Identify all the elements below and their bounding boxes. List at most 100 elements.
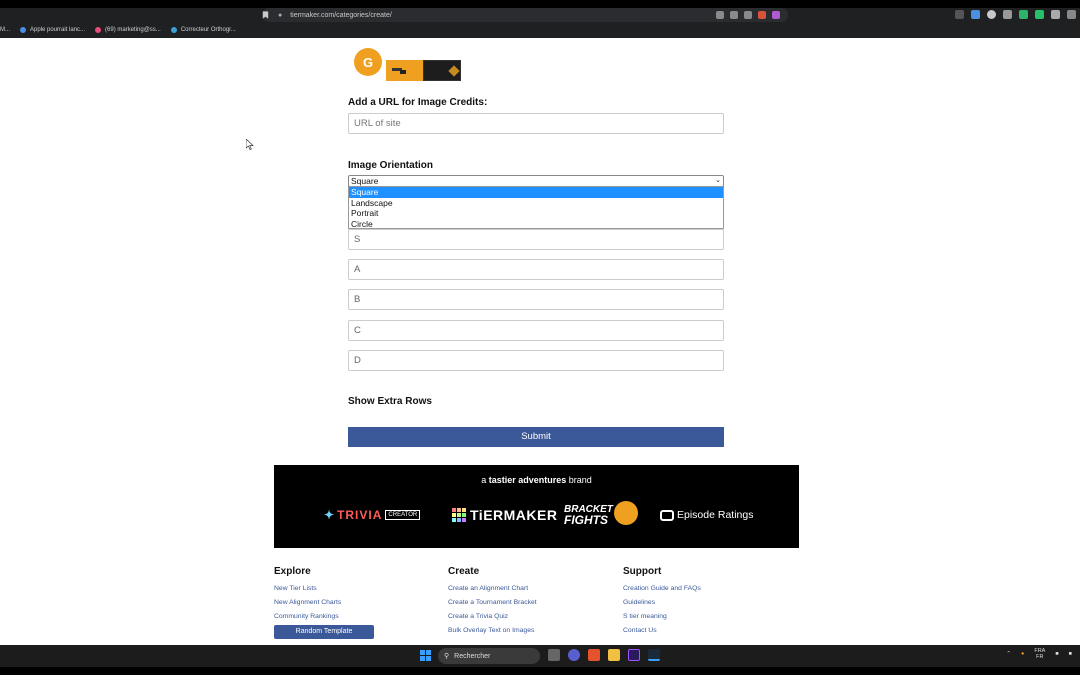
image-credits-label: Add a URL for Image Credits: [348,97,488,108]
trivia-logo-text: TRIVIA [337,508,383,522]
bookmark-item[interactable]: (69) marketing@ss... [95,27,161,33]
footer-heading: Create [448,566,480,577]
share-icon[interactable] [730,11,738,19]
uploaded-image-thumbnail[interactable] [423,60,461,81]
rewards-icon[interactable] [772,11,780,19]
url-text[interactable]: tiermaker.com/categories/create/ [290,12,392,19]
tiermaker-logo[interactable]: TiERMAKER [452,505,557,525]
orientation-dropdown-list: Square Landscape Portrait Circle [348,186,724,229]
orientation-option[interactable]: Portrait [349,208,723,219]
tier-row-input[interactable]: D [348,350,724,371]
web-page: G Add a URL for Image Credits: Image Ori… [0,38,1080,645]
footer-link[interactable]: Create a Trivia Quiz [448,613,537,620]
lock-icon: ● [278,11,283,19]
taskbar-search-text: Rechercher [454,652,491,660]
extension-icon[interactable] [1019,10,1028,19]
extension-icon[interactable] [1035,10,1044,19]
footer-link[interactable]: New Tier Lists [274,585,374,592]
random-template-button[interactable]: Random Template [274,625,374,639]
chevron-down-icon: ⌄ [715,177,721,184]
tagline-text: brand [566,475,592,485]
extension-icon[interactable] [1003,10,1012,19]
chat-icon[interactable] [568,649,580,661]
trivia-logo-sub: CREATOR [385,510,421,520]
puzzle-icon[interactable] [1051,10,1060,19]
bookmark-item[interactable]: M... [0,27,10,33]
tv-icon [660,509,674,521]
bookmarks-bar: M... Apple pourrait lanc... (69) marketi… [0,24,236,36]
premiere-icon[interactable] [628,649,640,661]
bookmark-label: Correcteur Orthogr... [180,27,236,33]
footer-link[interactable]: Bulk Overlay Text on Images [448,627,537,634]
lang-layout: FR [1036,654,1044,660]
url-actions [716,11,780,19]
footer-link[interactable]: New Alignment Charts [274,599,374,606]
bookmark-icon[interactable] [261,10,270,20]
image-orientation-label: Image Orientation [348,160,434,171]
task-view-icon[interactable] [548,649,560,661]
system-tray: ⌃ ● FRA FR ■ ■ [1006,648,1072,660]
tier-row-input[interactable]: S [348,229,724,250]
show-extra-rows-toggle[interactable]: Show Extra Rows [348,396,432,407]
footer-link[interactable]: Contact Us [623,627,701,634]
orientation-option[interactable]: Circle [349,219,723,230]
extension-icon[interactable] [971,10,980,19]
trivia-creator-logo[interactable]: ✦ TRIVIA CREATOR [324,505,421,525]
language-indicator[interactable]: FRA FR [1034,648,1045,660]
episode-logo-text: Episode Ratings [677,509,754,521]
network-icon[interactable]: ■ [1055,651,1058,657]
star-icon[interactable] [744,11,752,19]
footer-explore: Explore New Tier Lists New Alignment Cha… [274,566,374,639]
chevron-up-icon[interactable]: ⌃ [1006,651,1011,657]
selected-value: Square [351,176,379,186]
tier-row-input[interactable]: B [348,289,724,310]
volume-icon[interactable]: ■ [1069,651,1072,657]
uploaded-image-thumbnail[interactable] [386,60,424,81]
footer-link[interactable]: S tier meaning [623,613,701,620]
sparkle-icon: ✦ [324,508,336,522]
bracket-fights-logo[interactable]: BRACKET FIGHTS [564,501,638,527]
windows-start-icon[interactable] [420,650,431,661]
tier-row-input[interactable]: C [348,320,724,341]
fist-icon [614,501,638,525]
footer-link[interactable]: Create a Tournament Bracket [448,599,537,606]
brave-browser-icon[interactable] [588,649,600,661]
fights-logo-text: FIGHTS [564,513,608,527]
extension-icon[interactable] [987,10,996,19]
footer-link[interactable]: Create an Alignment Chart [448,585,537,592]
tagline-text: a [481,475,489,485]
footer-heading: Explore [274,566,311,577]
tier-row-input[interactable]: A [348,259,724,280]
tagline-brand: tastier adventures [488,475,567,485]
bookmark-item[interactable]: Correcteur Orthogr... [170,27,236,33]
bookmark-label: Apple pourrait lanc... [30,27,86,33]
file-explorer-icon[interactable] [608,649,620,661]
windows-taskbar: ⚲ Rechercher ⌃ ● FRA FR ■ ■ [0,645,1080,667]
mouse-cursor-icon [246,139,254,150]
footer-support: Support Creation Guide and FAQs Guidelin… [623,566,701,641]
tiermaker-logo-text: TiERMAKER [470,507,558,523]
address-bar[interactable]: ● tiermaker.com/categories/create/ [262,8,788,22]
brand-tagline: a tastier adventures brand [274,475,799,485]
brave-shield-icon[interactable] [758,11,766,19]
microphone-icon[interactable]: ● [1021,651,1024,657]
footer-create: Create Create an Alignment Chart Create … [448,566,537,641]
terminal-icon[interactable] [648,649,660,661]
orientation-option[interactable]: Square [349,187,723,198]
taskbar-apps [548,649,660,661]
footer-link[interactable]: Creation Guide and FAQs [623,585,701,592]
screen: ● tiermaker.com/categories/create/ M... [0,0,1080,675]
taskbar-search[interactable]: ⚲ Rechercher [438,648,540,664]
bookmark-item[interactable]: Apple pourrait lanc... [20,27,85,33]
extension-icons [955,10,1076,19]
extension-icon[interactable] [955,10,964,19]
image-credits-url-input[interactable] [348,113,724,134]
episode-ratings-logo[interactable]: Episode Ratings [660,505,753,525]
footer-link[interactable]: Guidelines [623,599,701,606]
orientation-option[interactable]: Landscape [349,198,723,209]
mail-icon [95,27,102,33]
footer-link[interactable]: Community Rankings [274,613,374,620]
submit-button[interactable]: Submit [348,427,724,447]
translate-icon[interactable] [716,11,724,19]
sidebar-icon[interactable] [1067,10,1076,19]
